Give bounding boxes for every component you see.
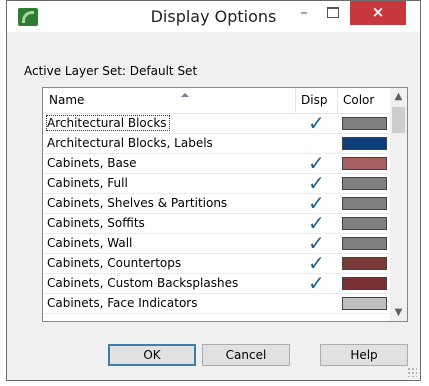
color-swatch[interactable]: [342, 177, 387, 190]
scroll-down-icon[interactable]: ▼: [390, 304, 407, 321]
color-swatch[interactable]: [342, 197, 387, 210]
close-button[interactable]: ×: [350, 1, 406, 25]
color-swatch[interactable]: [342, 137, 387, 150]
display-checkbox[interactable]: ✓: [308, 113, 325, 133]
list-row[interactable]: Architectural Blocks, Labels: [43, 134, 392, 154]
layer-name: Cabinets, Shelves & Partitions: [47, 196, 228, 210]
layer-name: Cabinets, Full: [47, 176, 128, 190]
list-row[interactable]: Cabinets, Custom Backsplashes ✓: [43, 273, 392, 294]
column-header-disp[interactable]: Disp: [301, 93, 327, 107]
scroll-up-icon[interactable]: ▲: [390, 88, 407, 105]
active-layer-set: Active Layer Set: Default Set: [24, 64, 197, 78]
display-checkbox[interactable]: ✓: [308, 193, 325, 213]
minimize-button[interactable]: –: [290, 1, 318, 25]
display-checkbox[interactable]: ✓: [308, 253, 325, 273]
list-rows: Architectural Blocks ✓ Architectural Block…: [43, 113, 392, 314]
column-divider[interactable]: [337, 88, 338, 113]
resize-grip-icon[interactable]: [407, 367, 417, 377]
list-row[interactable]: Cabinets, Face Indicators: [43, 294, 392, 314]
color-swatch[interactable]: [342, 277, 387, 290]
display-checkbox[interactable]: ✓: [308, 213, 325, 233]
cancel-button[interactable]: Cancel: [202, 344, 290, 366]
list-header: Name Disp Color: [43, 88, 392, 114]
display-checkbox[interactable]: ✓: [308, 153, 325, 173]
display-options-dialog: Display Options – × Active Layer Set: De…: [6, 0, 421, 381]
ok-button[interactable]: OK: [108, 344, 196, 366]
list-row[interactable]: Cabinets, Base ✓: [43, 153, 392, 174]
list-row[interactable]: Cabinets, Shelves & Partitions ✓: [43, 193, 392, 214]
scrollbar-thumb[interactable]: [392, 107, 405, 133]
layer-name: Architectural Blocks: [46, 115, 170, 131]
layer-name: Cabinets, Base: [47, 156, 137, 170]
list-row[interactable]: Cabinets, Wall ✓: [43, 233, 392, 254]
layer-list[interactable]: Name Disp Color Architectural Blocks ✓ Arc…: [42, 87, 408, 322]
maximize-icon: [327, 7, 339, 18]
display-checkbox[interactable]: ✓: [308, 273, 325, 293]
vertical-scrollbar[interactable]: ▲ ▼: [390, 88, 407, 321]
title-bar[interactable]: Display Options – ×: [7, 1, 420, 32]
list-row[interactable]: Cabinets, Full ✓: [43, 173, 392, 194]
color-swatch[interactable]: [342, 117, 387, 130]
list-row[interactable]: Cabinets, Countertops ✓: [43, 253, 392, 274]
list-row[interactable]: Architectural Blocks ✓: [43, 113, 392, 134]
column-divider[interactable]: [295, 88, 296, 113]
color-swatch[interactable]: [342, 217, 387, 230]
layer-name: Cabinets, Wall: [47, 236, 133, 250]
color-swatch[interactable]: [342, 237, 387, 250]
layer-name: Architectural Blocks, Labels: [47, 136, 213, 150]
color-swatch[interactable]: [342, 257, 387, 270]
color-swatch[interactable]: [342, 297, 387, 310]
sort-ascending-icon: [181, 93, 189, 97]
column-header-name[interactable]: Name: [49, 93, 84, 107]
display-checkbox[interactable]: ✓: [308, 173, 325, 193]
layer-name: Cabinets, Face Indicators: [47, 296, 198, 310]
active-layer-value: Default Set: [129, 64, 198, 78]
maximize-button[interactable]: [319, 1, 347, 25]
layer-name: Cabinets, Soffits: [47, 216, 145, 230]
column-header-color[interactable]: Color: [343, 93, 374, 107]
help-button[interactable]: Help: [320, 344, 408, 366]
list-row[interactable]: Cabinets, Soffits ✓: [43, 213, 392, 234]
layer-name: Cabinets, Countertops: [47, 256, 182, 270]
color-swatch[interactable]: [342, 157, 387, 170]
display-checkbox[interactable]: ✓: [308, 233, 325, 253]
layer-name: Cabinets, Custom Backsplashes: [47, 276, 239, 290]
active-layer-label: Active Layer Set:: [24, 64, 126, 78]
